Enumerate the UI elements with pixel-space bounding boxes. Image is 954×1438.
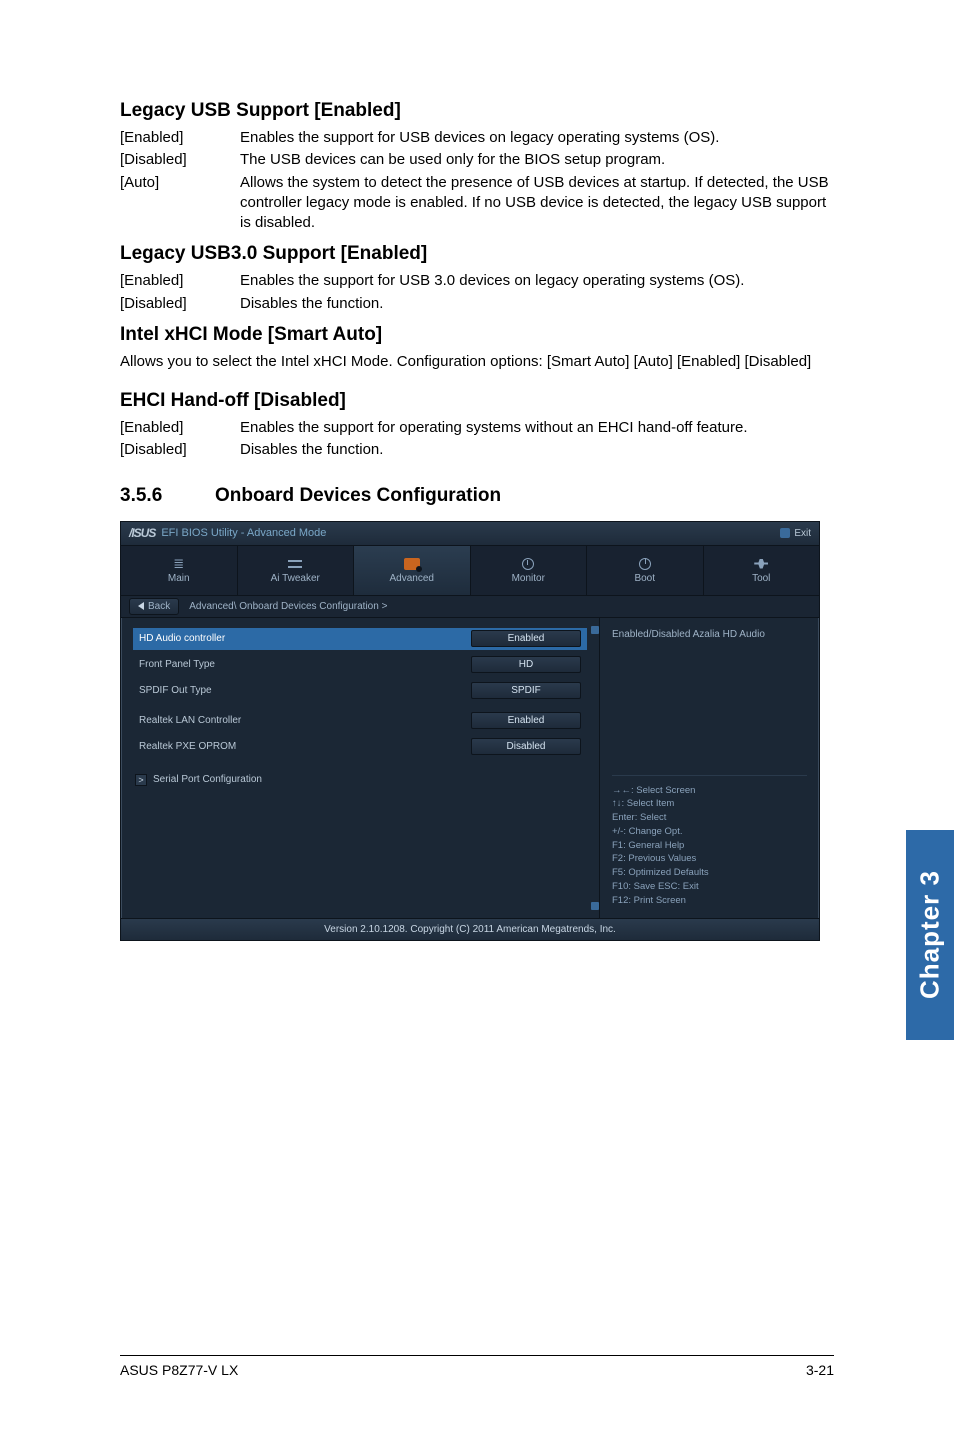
def-row: [Enabled] Enables the support for USB 3.… xyxy=(120,271,834,291)
setting-label: SPDIF Out Type xyxy=(139,685,212,696)
chevron-right-icon: > xyxy=(135,774,147,786)
def-desc: Enables the support for operating system… xyxy=(240,418,834,438)
sliders-icon xyxy=(288,558,302,570)
tab-label: Ai Tweaker xyxy=(271,573,320,584)
section-number: 3.5.6 xyxy=(120,485,215,507)
tab-label: Advanced xyxy=(390,573,434,584)
asus-logo: /ISUS xyxy=(129,526,155,540)
setting-serial-port[interactable]: > Serial Port Configuration xyxy=(133,770,587,790)
back-button[interactable]: Back xyxy=(129,598,179,615)
setting-value[interactable]: Disabled xyxy=(471,738,581,755)
key-help-line: Enter: Select xyxy=(612,811,807,825)
body-text-xhci: Allows you to select the Intel xHCI Mode… xyxy=(120,352,834,372)
heading-legacy-usb: Legacy USB Support [Enabled] xyxy=(120,100,834,122)
def-row: [Disabled] Disables the function. xyxy=(120,294,834,314)
def-row: [Enabled] Enables the support for operat… xyxy=(120,418,834,438)
tab-label: Tool xyxy=(752,573,770,584)
page-footer: ASUS P8Z77-V LX 3-21 xyxy=(120,1355,834,1378)
key-help: →←: Select Screen ↑↓: Select Item Enter:… xyxy=(612,775,807,908)
def-row: [Disabled] Disables the function. xyxy=(120,440,834,460)
tab-monitor[interactable]: Monitor xyxy=(471,546,588,595)
bios-tabs: ≣ Main Ai Tweaker Advanced Monitor Boot xyxy=(121,546,819,596)
def-desc: Disables the function. xyxy=(240,440,834,460)
tab-label: Monitor xyxy=(512,573,545,584)
def-row: [Enabled] Enables the support for USB de… xyxy=(120,128,834,148)
heading-legacy-usb3: Legacy USB3.0 Support [Enabled] xyxy=(120,243,834,265)
setting-lan[interactable]: Realtek LAN Controller Enabled xyxy=(133,710,587,732)
def-desc: Enables the support for USB 3.0 devices … xyxy=(240,271,834,291)
footer-product: ASUS P8Z77-V LX xyxy=(120,1362,238,1378)
def-term: [Disabled] xyxy=(120,294,240,314)
chip-icon xyxy=(404,558,420,570)
back-arrow-icon xyxy=(138,602,144,610)
bios-breadcrumb: Back Advanced\ Onboard Devices Configura… xyxy=(121,596,819,618)
bios-window: /ISUS EFI BIOS Utility - Advanced Mode E… xyxy=(120,521,820,941)
def-term: [Enabled] xyxy=(120,418,240,438)
bios-settings-panel: HD Audio controller Enabled Front Panel … xyxy=(121,618,599,918)
help-description: Enabled/Disabled Azalia HD Audio xyxy=(612,628,807,641)
setting-spdif[interactable]: SPDIF Out Type SPDIF xyxy=(133,680,587,702)
key-help-line: F1: General Help xyxy=(612,839,807,853)
def-desc: Enables the support for USB devices on l… xyxy=(240,128,834,148)
scroll-down-icon[interactable] xyxy=(591,902,599,910)
wrench-icon xyxy=(754,559,768,569)
chapter-tab: Chapter 3 xyxy=(906,830,954,1040)
key-help-line: →←: Select Screen xyxy=(612,784,807,798)
bios-titlebar: /ISUS EFI BIOS Utility - Advanced Mode E… xyxy=(121,522,819,546)
tab-boot[interactable]: Boot xyxy=(587,546,704,595)
def-term: [Enabled] xyxy=(120,271,240,291)
setting-label: Serial Port Configuration xyxy=(153,774,262,785)
exit-icon xyxy=(780,528,790,538)
heading-ehci: EHCI Hand-off [Disabled] xyxy=(120,390,834,412)
setting-label: Realtek LAN Controller xyxy=(139,715,241,726)
tab-ai-tweaker[interactable]: Ai Tweaker xyxy=(238,546,355,595)
monitor-icon xyxy=(522,558,534,570)
setting-pxe[interactable]: Realtek PXE OPROM Disabled xyxy=(133,736,587,758)
key-help-line: +/-: Change Opt. xyxy=(612,825,807,839)
key-help-line: F2: Previous Values xyxy=(612,852,807,866)
section-heading-onboard: 3.5.6 Onboard Devices Configuration xyxy=(120,485,834,507)
exit-button[interactable]: Exit xyxy=(780,528,811,539)
back-label: Back xyxy=(148,601,170,612)
setting-value[interactable]: Enabled xyxy=(471,630,581,647)
scroll-up-icon[interactable] xyxy=(591,626,599,634)
scrollbar[interactable] xyxy=(592,626,598,910)
tab-advanced[interactable]: Advanced xyxy=(354,546,471,595)
breadcrumb-path: Advanced\ Onboard Devices Configuration … xyxy=(189,601,387,612)
tab-tool[interactable]: Tool xyxy=(704,546,820,595)
key-help-line: ↑↓: Select Item xyxy=(612,797,807,811)
def-term: [Auto] xyxy=(120,173,240,234)
section-title: Onboard Devices Configuration xyxy=(215,485,501,507)
tab-label: Main xyxy=(168,573,190,584)
setting-value[interactable]: Enabled xyxy=(471,712,581,729)
tab-main[interactable]: ≣ Main xyxy=(121,546,238,595)
def-term: [Disabled] xyxy=(120,150,240,170)
setting-value[interactable]: HD xyxy=(471,656,581,673)
bios-footer: Version 2.10.1208. Copyright (C) 2011 Am… xyxy=(121,918,819,940)
exit-label: Exit xyxy=(794,528,811,539)
setting-value[interactable]: SPDIF xyxy=(471,682,581,699)
def-desc: Disables the function. xyxy=(240,294,834,314)
def-desc: The USB devices can be used only for the… xyxy=(240,150,834,170)
bios-help-panel: Enabled/Disabled Azalia HD Audio →←: Sel… xyxy=(599,618,819,918)
setting-hd-audio[interactable]: HD Audio controller Enabled xyxy=(133,628,587,650)
list-icon: ≣ xyxy=(173,557,184,570)
key-help-line: F5: Optimized Defaults xyxy=(612,866,807,880)
def-desc: Allows the system to detect the presence… xyxy=(240,173,834,234)
key-help-line: F10: Save ESC: Exit xyxy=(612,880,807,894)
power-icon xyxy=(639,558,651,570)
heading-xhci: Intel xHCI Mode [Smart Auto] xyxy=(120,324,834,346)
tab-label: Boot xyxy=(634,573,655,584)
footer-page-number: 3-21 xyxy=(806,1362,834,1378)
bios-title: EFI BIOS Utility - Advanced Mode xyxy=(161,527,326,539)
setting-label: Realtek PXE OPROM xyxy=(139,741,236,752)
def-term: [Disabled] xyxy=(120,440,240,460)
setting-label: Front Panel Type xyxy=(139,659,215,670)
def-row: [Disabled] The USB devices can be used o… xyxy=(120,150,834,170)
setting-front-panel[interactable]: Front Panel Type HD xyxy=(133,654,587,676)
setting-label: HD Audio controller xyxy=(139,633,225,644)
def-term: [Enabled] xyxy=(120,128,240,148)
def-row: [Auto] Allows the system to detect the p… xyxy=(120,173,834,234)
key-help-line: F12: Print Screen xyxy=(612,894,807,908)
